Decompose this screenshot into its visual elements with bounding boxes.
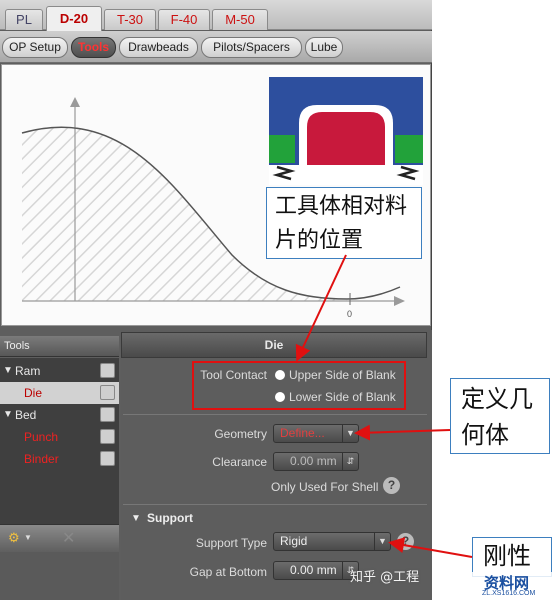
arrow-to-support-type xyxy=(388,537,473,558)
site-url: ZL.XS1616.COM xyxy=(482,590,536,597)
arrow-to-tool-contact xyxy=(295,254,347,362)
arrow-to-geometry xyxy=(354,424,451,441)
annotation-arrows xyxy=(295,254,473,558)
zhihu-watermark: 知乎 @工程 xyxy=(350,570,420,585)
site-logo-watermark: 资料网 ZL.XS1616.COM xyxy=(470,572,553,600)
